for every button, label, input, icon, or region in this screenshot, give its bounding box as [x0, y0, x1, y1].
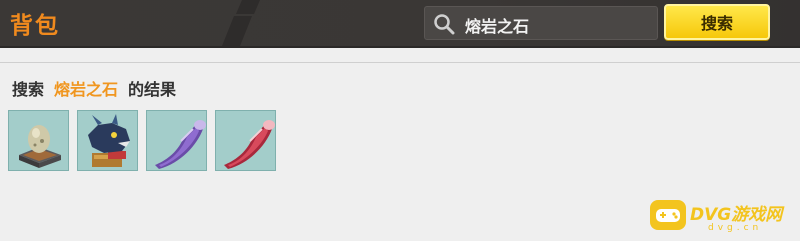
dragon-head-mount-icon — [88, 114, 130, 167]
search-button[interactable]: 搜索 — [664, 4, 770, 40]
red-horn-icon — [224, 120, 275, 169]
purple-horn-icon — [155, 120, 206, 169]
result-suffix: 的结果 — [128, 80, 177, 99]
item-slot[interactable] — [215, 110, 276, 171]
watermark-text: DVG游戏网 — [690, 205, 783, 225]
top-bar: 背包 熔岩之石 搜索 — [0, 0, 800, 48]
checker-decoration — [222, 0, 260, 46]
result-items-grid — [8, 110, 276, 171]
search-icon — [434, 14, 455, 35]
result-prefix: 搜索 — [12, 80, 45, 99]
divider — [0, 62, 800, 63]
item-slot[interactable] — [77, 110, 138, 171]
search-result-heading: 搜索 熔岩之石 的结果 — [12, 76, 176, 100]
search-input[interactable]: 熔岩之石 — [424, 6, 658, 40]
watermark-subtext: dvg.cn — [708, 223, 763, 233]
page-title: 背包 — [10, 13, 60, 39]
egg-on-pedestal-icon — [19, 125, 61, 168]
result-keyword: 熔岩之石 — [54, 80, 119, 99]
item-slot[interactable] — [146, 110, 207, 171]
item-slot[interactable] — [8, 110, 69, 171]
site-watermark: DVG游戏网 dvg.cn — [650, 196, 800, 241]
gamepad-icon — [650, 200, 686, 230]
search-input-value: 熔岩之石 — [465, 17, 530, 36]
